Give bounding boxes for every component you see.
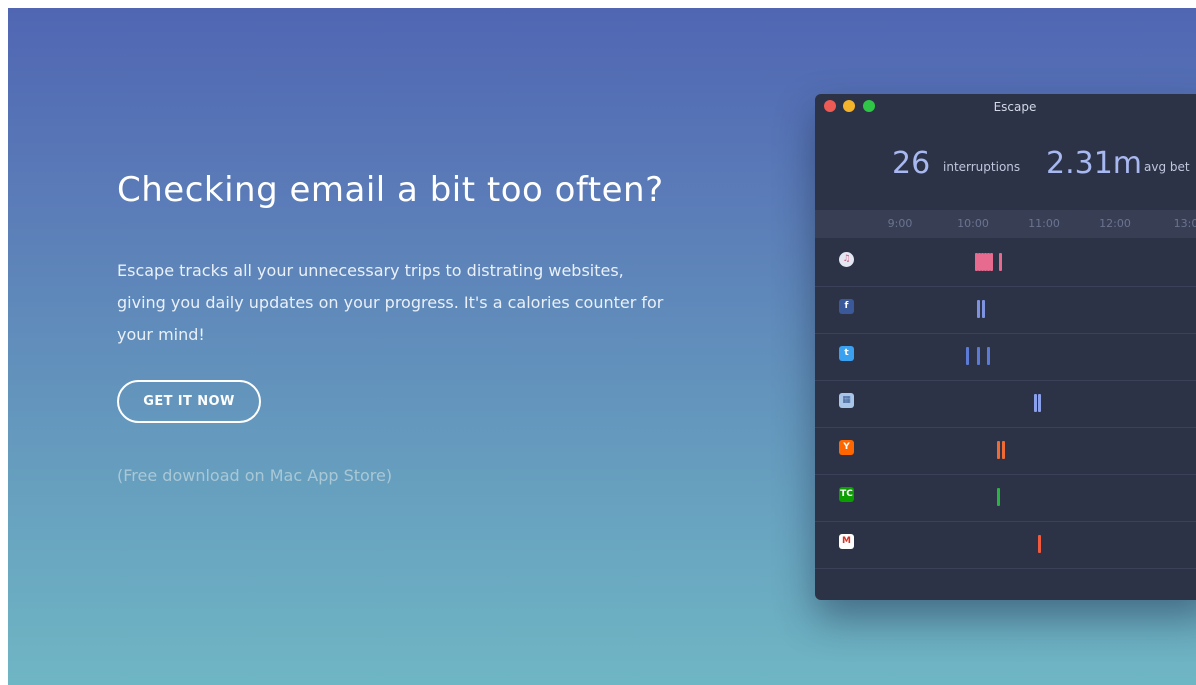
get-it-now-button[interactable]: GET IT NOW — [117, 380, 261, 423]
site-row-twitter: t — [815, 333, 1196, 381]
avg-time-value: 2.31m — [1046, 146, 1143, 181]
site-row-gmail: M — [815, 521, 1196, 569]
twitter-icon: t — [839, 346, 854, 361]
visit-mark — [1037, 535, 1041, 553]
site-row-techcrunch: TC — [815, 474, 1196, 522]
download-note: (Free download on Mac App Store) — [117, 466, 393, 485]
timeline-header: 9:00 10:00 11:00 12:00 13:0 — [815, 210, 1196, 238]
timeline-tick: 13:0 — [1173, 217, 1196, 230]
timeline-tick: 9:00 — [887, 217, 913, 230]
stats-bar: 26 interruptions 2.31m avg bet — [815, 146, 1196, 186]
gmail-icon: M — [839, 534, 854, 549]
timeline-tick: 10:00 — [957, 217, 989, 230]
site-row-facebook: f — [815, 286, 1196, 334]
visit-mark — [980, 253, 984, 271]
timeline-tick: 12:00 — [1099, 217, 1131, 230]
zoom-window-button[interactable] — [863, 100, 875, 112]
facebook-icon: f — [839, 299, 854, 314]
visit-mark — [990, 253, 994, 271]
visit-mark — [1001, 441, 1005, 459]
close-window-button[interactable] — [824, 100, 836, 112]
visit-mark — [1037, 394, 1041, 412]
escape-app-window: Escape 26 interruptions 2.31m avg bet 9:… — [815, 94, 1196, 600]
site-row-itunes: ♫ — [815, 239, 1196, 287]
interruptions-count: 26 — [892, 146, 931, 181]
itunes-icon: ♫ — [839, 252, 854, 267]
visit-mark — [977, 300, 981, 318]
landing-section: Checking email a bit too often? Escape t… — [8, 8, 1196, 685]
hero-title: Checking email a bit too often? — [117, 170, 664, 210]
preview-icon: ▦ — [839, 393, 854, 408]
visit-mark — [987, 347, 991, 365]
visit-mark — [998, 253, 1002, 271]
hacker-news-icon: Y — [839, 440, 854, 455]
visit-mark — [965, 347, 969, 365]
techcrunch-icon: TC — [839, 487, 854, 502]
visit-mark — [976, 347, 980, 365]
minimize-window-button[interactable] — [843, 100, 855, 112]
avg-time-label: avg bet — [1144, 160, 1190, 174]
visit-mark — [981, 300, 985, 318]
site-row-hacker-news: Y — [815, 427, 1196, 475]
interruptions-label: interruptions — [943, 160, 1021, 174]
visit-mark — [997, 441, 1001, 459]
hero-description: Escape tracks all your unnecessary trips… — [117, 261, 664, 344]
site-row-preview: ▦ — [815, 380, 1196, 428]
window-title: Escape — [993, 100, 1037, 114]
visit-mark — [1034, 394, 1038, 412]
visit-mark — [996, 488, 1000, 506]
timeline-tick: 11:00 — [1028, 217, 1060, 230]
window-titlebar: Escape — [815, 94, 1196, 124]
